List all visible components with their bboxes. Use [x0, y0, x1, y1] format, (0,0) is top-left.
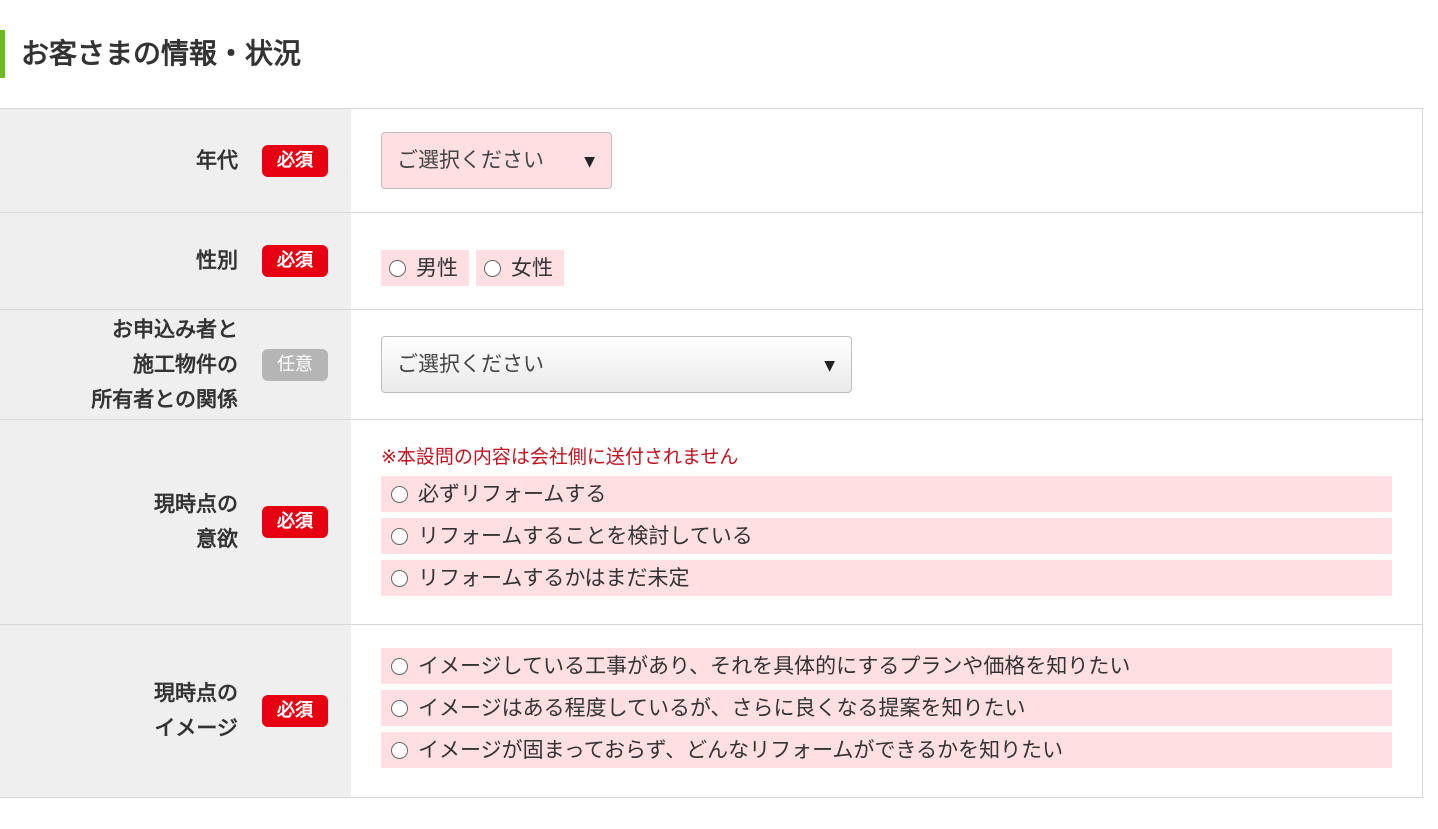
row-field-cell: イメージしている工事があり、それを具体的にするプランや価格を知りたい イメージは… — [351, 625, 1422, 797]
dropdown-arrow-icon: ▼ — [584, 154, 595, 170]
required-badge: 必須 — [262, 506, 328, 538]
row-field-cell: 男性 女性 — [351, 213, 1422, 309]
image-option-3[interactable]: イメージが固まっておらず、どんなリフォームができるかを知りたい — [381, 732, 1392, 768]
age-label: 年代 — [196, 148, 238, 172]
relationship-label: お申込み者と 施工物件の 所有者との関係 — [91, 317, 238, 411]
image-option-2[interactable]: イメージはある程度しているが、さらに良くなる提案を知りたい — [381, 690, 1392, 726]
relationship-select-value: ご選択ください — [397, 352, 544, 376]
required-badge: 必須 — [262, 695, 328, 727]
radio-icon[interactable] — [391, 742, 408, 759]
row-label-cell: 年代 必須 — [0, 109, 351, 212]
motivation-note: ※本設問の内容は会社側に送付されません — [381, 446, 739, 468]
row-field-cell: ご選択ください ▼ — [351, 310, 1422, 419]
radio-icon[interactable] — [389, 260, 406, 277]
radio-icon[interactable] — [391, 658, 408, 675]
section-title: お客さまの情報・状況 — [0, 30, 301, 78]
image-option-1[interactable]: イメージしている工事があり、それを具体的にするプランや価格を知りたい — [381, 648, 1392, 684]
age-select[interactable]: ご選択ください ▼ — [381, 132, 612, 189]
gender-option-male[interactable]: 男性 — [381, 250, 469, 286]
image-label: 現時点の イメージ — [154, 681, 238, 740]
motivation-option-2[interactable]: リフォームすることを検討している — [381, 518, 1392, 554]
relationship-select[interactable]: ご選択ください ▼ — [381, 336, 852, 393]
gender-option-female[interactable]: 女性 — [476, 250, 564, 286]
row-label-cell: 現時点の 意欲 必須 — [0, 420, 351, 624]
radio-icon[interactable] — [484, 260, 501, 277]
motivation-option-3[interactable]: リフォームするかはまだ未定 — [381, 560, 1392, 596]
row-label-cell: お申込み者と 施工物件の 所有者との関係 任意 — [0, 310, 351, 419]
optional-badge: 任意 — [262, 348, 328, 381]
form-row-gender: 性別 必須 男性 女性 — [0, 213, 1422, 310]
motivation-option-1[interactable]: 必ずリフォームする — [381, 476, 1392, 512]
form-row-motivation: 現時点の 意欲 必須 ※本設問の内容は会社側に送付されません 必ずリフォームする… — [0, 420, 1422, 625]
row-field-cell: ※本設問の内容は会社側に送付されません 必ずリフォームする リフォームすることを… — [351, 420, 1422, 624]
form-row-image: 現時点の イメージ 必須 イメージしている工事があり、それを具体的にするプランや… — [0, 625, 1422, 798]
age-select-value: ご選択ください — [397, 148, 544, 172]
radio-icon[interactable] — [391, 570, 408, 587]
dropdown-arrow-icon: ▼ — [824, 358, 835, 374]
radio-icon[interactable] — [391, 528, 408, 545]
customer-info-form: 年代 必須 ご選択ください ▼ 性別 必須 男性 女性 お申込み者と 施工物件の… — [0, 108, 1423, 798]
radio-icon[interactable] — [391, 486, 408, 503]
row-field-cell: ご選択ください ▼ — [351, 109, 1422, 212]
required-badge: 必須 — [262, 144, 328, 177]
row-label-cell: 性別 必須 — [0, 213, 351, 309]
form-row-age: 年代 必須 ご選択ください ▼ — [0, 109, 1422, 213]
form-row-relationship: お申込み者と 施工物件の 所有者との関係 任意 ご選択ください ▼ — [0, 310, 1422, 420]
radio-icon[interactable] — [391, 700, 408, 717]
row-label-cell: 現時点の イメージ 必須 — [0, 625, 351, 797]
required-badge: 必須 — [262, 245, 328, 277]
gender-label: 性別 — [196, 248, 238, 273]
motivation-label: 現時点の 意欲 — [154, 492, 238, 551]
